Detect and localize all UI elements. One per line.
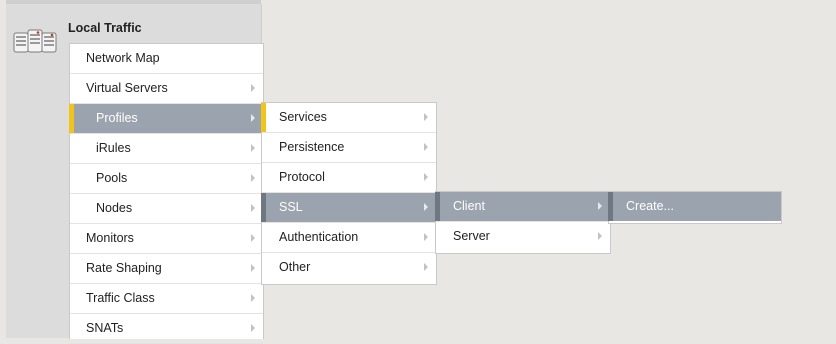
chevron-right-icon <box>424 143 428 151</box>
menu-item-label: Monitors <box>86 231 134 245</box>
menu-item-irules[interactable]: iRules <box>70 134 263 164</box>
client-submenu: Create... <box>608 191 782 224</box>
active-indicator <box>69 104 74 133</box>
submenu-item-persistence[interactable]: Persistence <box>262 133 436 163</box>
chevron-right-icon <box>251 174 255 182</box>
chevron-right-icon <box>251 204 255 212</box>
menu-item-label: Virtual Servers <box>86 81 168 95</box>
submenu-item-ssl[interactable]: SSL <box>261 193 436 223</box>
menu-item-snats[interactable]: SNATs <box>70 314 263 344</box>
menu-item-label: Server <box>453 229 490 243</box>
menu-item-label: Rate Shaping <box>86 261 162 275</box>
active-indicator <box>261 193 266 222</box>
menu-item-label: Other <box>279 260 311 274</box>
chevron-right-icon <box>424 173 428 181</box>
menu-item-label: Authentication <box>279 230 359 244</box>
submenu-item-other[interactable]: Other <box>262 253 436 282</box>
menu-item-pools[interactable]: Pools <box>70 164 263 194</box>
menu-item-label: Traffic Class <box>86 291 155 305</box>
active-indicator <box>261 103 266 132</box>
menu-item-label: Network Map <box>86 51 160 65</box>
menu-item-label: Persistence <box>279 140 345 154</box>
submenu-item-protocol[interactable]: Protocol <box>262 163 436 193</box>
chevron-right-icon <box>251 294 255 302</box>
menu-item-label: Services <box>279 110 327 124</box>
chevron-right-icon <box>424 113 428 121</box>
menu-item-label: Nodes <box>96 201 133 215</box>
active-indicator <box>608 192 613 221</box>
menu-item-traffic-class[interactable]: Traffic Class <box>70 284 263 314</box>
menu-item-label: Protocol <box>279 170 325 184</box>
chevron-right-icon <box>251 324 255 332</box>
chevron-right-icon <box>251 234 255 242</box>
chevron-right-icon <box>251 114 255 122</box>
ssl-submenu: Client Server <box>435 191 611 254</box>
chevron-right-icon <box>251 144 255 152</box>
chevron-right-icon <box>424 203 428 211</box>
menu-item-nodes[interactable]: Nodes <box>70 194 263 224</box>
chevron-right-icon <box>424 263 428 271</box>
submenu-item-create[interactable]: Create... <box>608 192 781 221</box>
menu-item-profiles[interactable]: Profiles <box>69 104 263 134</box>
menu-item-label: SNATs <box>86 321 124 335</box>
chevron-right-icon <box>598 202 602 210</box>
submenu-item-server[interactable]: Server <box>436 222 610 251</box>
menu-item-label: SSL <box>279 200 303 214</box>
menu-item-label: Client <box>453 199 485 213</box>
profiles-submenu: Services Persistence Protocol SSL Authen… <box>261 102 437 285</box>
section-title: Local Traffic <box>68 21 142 35</box>
menu-item-network-map[interactable]: Network Map <box>70 44 263 74</box>
menu-item-label: iRules <box>96 141 131 155</box>
chevron-right-icon <box>598 232 602 240</box>
chevron-right-icon <box>251 84 255 92</box>
server-rack-icon <box>13 29 57 53</box>
active-indicator <box>435 192 440 221</box>
menu-item-monitors[interactable]: Monitors <box>70 224 263 254</box>
submenu-item-services[interactable]: Services <box>261 103 436 133</box>
chevron-right-icon <box>251 264 255 272</box>
menu-item-label: Profiles <box>96 111 138 125</box>
chevron-right-icon <box>424 233 428 241</box>
menu-item-label: Create... <box>626 199 674 213</box>
menu-item-virtual-servers[interactable]: Virtual Servers <box>70 74 263 104</box>
menu-item-rate-shaping[interactable]: Rate Shaping <box>70 254 263 284</box>
local-traffic-menu: Network Map Virtual Servers Profiles iRu… <box>69 43 264 344</box>
menu-item-label: Pools <box>96 171 128 185</box>
submenu-item-authentication[interactable]: Authentication <box>262 223 436 253</box>
submenu-item-client[interactable]: Client <box>435 192 610 222</box>
